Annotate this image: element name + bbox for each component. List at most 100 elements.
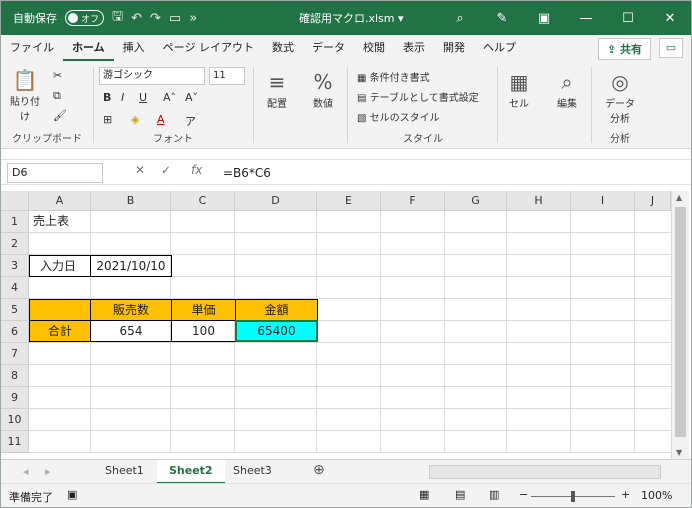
zoom-slider-thumb[interactable] (571, 491, 575, 502)
formula-input[interactable]: =B6*C6 (223, 163, 271, 183)
underline-icon[interactable]: U (139, 91, 147, 104)
cell-d5[interactable]: 金額 (235, 299, 318, 321)
column-header[interactable]: J (635, 191, 671, 211)
cell-b6[interactable]: 654 (90, 320, 172, 342)
save-icon[interactable]: 🖫 (112, 7, 123, 29)
row-header[interactable]: 7 (1, 343, 29, 365)
cell-b3[interactable]: 2021/10/10 (90, 255, 172, 277)
tab-help[interactable]: ヘルプ (474, 35, 525, 61)
tab-developer[interactable]: 開発 (434, 35, 474, 61)
row-header[interactable]: 11 (1, 431, 29, 453)
sheet-tab-1[interactable]: Sheet1 (93, 460, 156, 484)
page-break-view-icon[interactable]: ▥ (489, 488, 499, 501)
maximize-button[interactable]: ☐ (607, 11, 649, 26)
tab-page-layout[interactable]: ページ レイアウト (154, 35, 263, 61)
tab-data[interactable]: データ (303, 35, 354, 61)
ribbon-display-icon[interactable]: ▣ (523, 11, 565, 26)
format-as-table-button[interactable]: ▤ テーブルとして書式設定 (357, 89, 479, 104)
conditional-format-button[interactable]: ▦ 条件付き書式 (357, 69, 430, 84)
column-header[interactable]: I (571, 191, 635, 211)
cell-styles-button[interactable]: ▧ セルのスタイル (357, 109, 440, 124)
row-header[interactable]: 8 (1, 365, 29, 387)
comment-icon[interactable]: ▭ (659, 38, 683, 58)
close-button[interactable]: ✕ (649, 11, 691, 26)
paste-button[interactable]: 📋 貼り付け (7, 67, 43, 123)
sheet-prev-icon[interactable]: ◂ (23, 465, 29, 478)
tab-home[interactable]: ホーム (63, 35, 114, 61)
zoom-out-button[interactable]: − (519, 488, 528, 501)
redo-icon[interactable]: ↷ (150, 11, 161, 26)
pen-icon[interactable]: ✎ (481, 11, 523, 26)
enter-icon[interactable]: ✓ (161, 163, 171, 177)
cell-a5[interactable] (29, 299, 91, 321)
row-header[interactable]: 4 (1, 277, 29, 299)
column-header[interactable]: C (171, 191, 235, 211)
cell-a1[interactable]: 売上表 (29, 211, 91, 233)
tab-insert[interactable]: 挿入 (114, 35, 154, 61)
normal-view-icon[interactable]: ▦ (419, 488, 429, 501)
data-analysis-button[interactable]: ◎ データ分析 (601, 69, 639, 125)
horizontal-scrollbar[interactable] (429, 465, 661, 479)
column-header[interactable]: A (29, 191, 91, 211)
name-box[interactable]: D6 (7, 163, 103, 183)
more-commands-icon[interactable]: » (189, 11, 197, 26)
zoom-level[interactable]: 100% (641, 489, 672, 502)
font-name-box[interactable]: 游ゴシック (99, 67, 205, 85)
cell-c6[interactable]: 100 (171, 320, 236, 342)
column-header[interactable]: H (507, 191, 571, 211)
alignment-button[interactable]: ≡ 配置 (259, 69, 295, 110)
sheet-tab-2[interactable]: Sheet2 (157, 460, 225, 484)
column-header[interactable]: F (381, 191, 445, 211)
scroll-thumb[interactable] (675, 207, 686, 437)
zoom-in-button[interactable]: + (621, 488, 630, 501)
tab-formulas[interactable]: 数式 (263, 35, 303, 61)
number-button[interactable]: % 数値 (305, 69, 341, 110)
column-header[interactable]: E (317, 191, 381, 211)
cell-d6-selected[interactable]: 65400 (235, 320, 318, 342)
italic-icon[interactable]: I (121, 91, 124, 104)
cell-c5[interactable]: 単価 (171, 299, 236, 321)
tab-file[interactable]: ファイル (1, 35, 63, 61)
row-header[interactable]: 5 (1, 299, 29, 321)
vertical-scrollbar[interactable]: ▲ ▼ (671, 191, 689, 459)
fill-color-icon[interactable]: ◈ (131, 113, 139, 126)
copy-icon[interactable]: ⧉ (53, 89, 61, 103)
select-all-corner[interactable] (1, 191, 29, 211)
file-name[interactable]: 確認用マクロ.xlsm (299, 10, 395, 26)
page-layout-view-icon[interactable]: ▤ (455, 488, 465, 501)
row-header[interactable]: 6 (1, 321, 29, 343)
cut-icon[interactable]: ✂ (53, 69, 62, 82)
increase-font-icon[interactable]: A˄ (163, 91, 176, 104)
cell-a3[interactable]: 入力日 (29, 255, 91, 277)
search-icon[interactable]: ⌕ (439, 11, 481, 26)
cell-b5[interactable]: 販売数 (90, 299, 172, 321)
open-folder-icon[interactable]: ▭ (169, 11, 181, 26)
row-header[interactable]: 1 (1, 211, 29, 233)
add-sheet-icon[interactable]: ⊕ (313, 462, 325, 478)
undo-icon[interactable]: ↶ (131, 11, 142, 26)
sheet-tab-3[interactable]: Sheet3 (221, 460, 284, 484)
format-painter-icon[interactable]: 🖌 (53, 109, 67, 122)
sheet-next-icon[interactable]: ▸ (45, 465, 51, 478)
tab-review[interactable]: 校閲 (354, 35, 394, 61)
share-button[interactable]: ⇪ 共有 (597, 38, 651, 60)
row-header[interactable]: 10 (1, 409, 29, 431)
function-icon[interactable]: fx (191, 163, 202, 177)
cancel-icon[interactable]: ✕ (135, 163, 145, 177)
scroll-up-icon[interactable]: ▲ (676, 193, 682, 202)
row-header[interactable]: 9 (1, 387, 29, 409)
scroll-down-icon[interactable]: ▼ (676, 448, 682, 457)
column-header[interactable]: D (235, 191, 317, 211)
column-header[interactable]: G (445, 191, 507, 211)
row-header[interactable]: 2 (1, 233, 29, 255)
row-header[interactable]: 3 (1, 255, 29, 277)
cells-button[interactable]: ▦ セル (503, 69, 535, 110)
bold-icon[interactable]: B (103, 91, 111, 104)
cell-a6[interactable]: 合計 (29, 320, 91, 342)
editing-button[interactable]: ⌕ 編集 (549, 69, 585, 110)
tab-view[interactable]: 表示 (394, 35, 434, 61)
decrease-font-icon[interactable]: A˅ (185, 91, 198, 104)
macro-record-icon[interactable]: ▣ (67, 488, 77, 501)
border-icon[interactable]: ⊞ (103, 113, 112, 126)
minimize-button[interactable]: — (565, 11, 607, 26)
